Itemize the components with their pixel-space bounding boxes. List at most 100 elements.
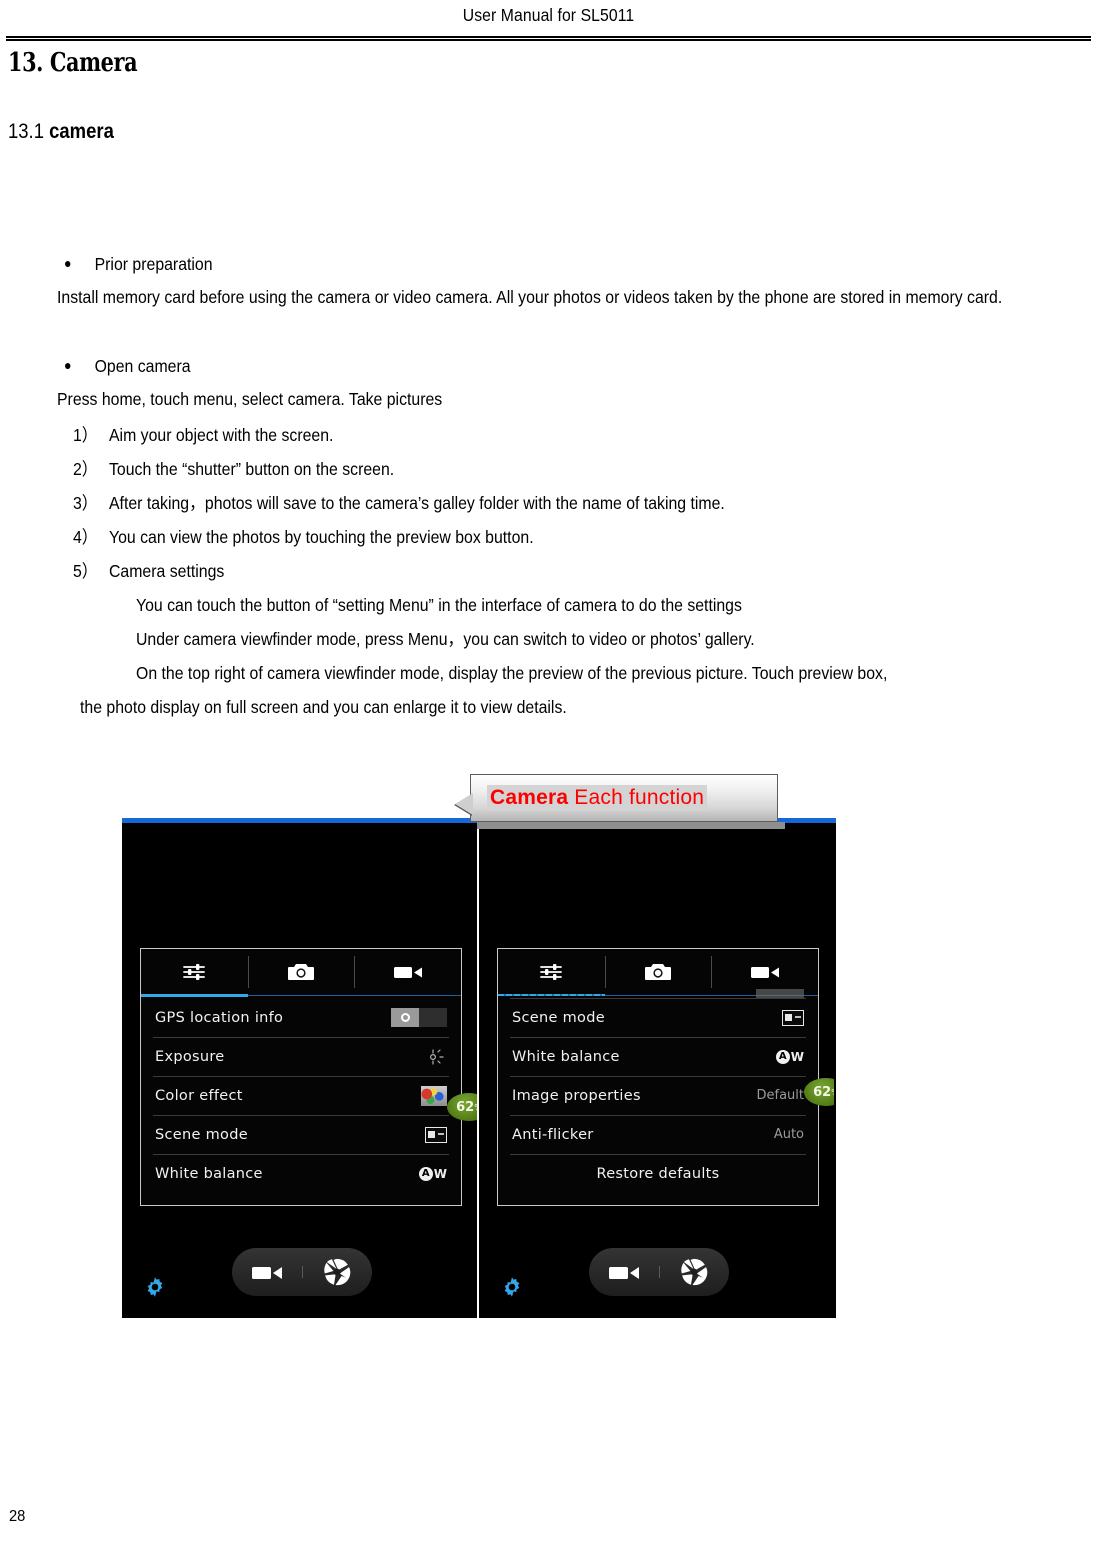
- shutter-button[interactable]: [659, 1257, 729, 1287]
- note-text: On the top right of camera viewfinder mo…: [136, 663, 888, 683]
- step-number: 2）: [73, 459, 98, 479]
- gear-icon: [147, 1277, 163, 1297]
- exposure-icon: [427, 1048, 447, 1066]
- row-label: Color effect: [155, 1087, 243, 1104]
- video-mode-button[interactable]: [232, 1262, 302, 1282]
- row-label: White balance: [155, 1165, 263, 1182]
- gps-toggle[interactable]: [391, 1008, 447, 1027]
- note-text: the photo display on full screen and you…: [80, 697, 567, 717]
- tab-settings[interactable]: [141, 949, 248, 995]
- tab-video[interactable]: [354, 949, 461, 995]
- note-text: Under camera viewfinder mode, press Menu…: [136, 629, 755, 649]
- gear-icon: [504, 1277, 520, 1297]
- page-header: User Manual for SL5011: [0, 0, 1097, 46]
- tab-camera[interactable]: [604, 949, 712, 995]
- row-label: Image properties: [512, 1087, 641, 1104]
- subsection-title: camera: [49, 120, 114, 143]
- section-number: 13.: [8, 48, 43, 78]
- page-number: 28: [9, 1508, 26, 1525]
- settings-tabs-left: [141, 949, 461, 997]
- row-label: Scene mode: [155, 1126, 248, 1143]
- tab-active-indicator: [498, 994, 605, 996]
- paragraph-text: Press home, touch menu, select camera. T…: [57, 389, 443, 409]
- callout-label: Camera Each function: [487, 785, 708, 811]
- tab-settings[interactable]: [498, 949, 605, 995]
- scene-mode-icon: [782, 1009, 804, 1026]
- step-number: 4）: [73, 527, 98, 547]
- bullet-label: Prior preparation: [94, 254, 213, 274]
- video-camera-icon: [252, 1267, 282, 1279]
- settings-row[interactable]: Color effect: [141, 1076, 461, 1115]
- settings-row[interactable]: Scene mode: [141, 1115, 461, 1154]
- settings-row[interactable]: Image properties Default: [498, 1076, 818, 1115]
- step-number: 1）: [73, 425, 98, 445]
- step-number: 3）: [73, 493, 98, 513]
- bullet-label: Open camera: [94, 356, 191, 376]
- settings-row[interactable]: White balance AW: [498, 1037, 818, 1076]
- phone-screenshot-right: Scene mode White balance AW Image proper…: [479, 823, 834, 1318]
- step-text: Touch the “shutter” button on the screen…: [109, 459, 395, 479]
- callout-shadow: [477, 822, 785, 829]
- video-camera-icon: [609, 1267, 639, 1279]
- camera-settings-panel-left: GPS location info Exposure Color effect …: [140, 948, 462, 1206]
- sliders-icon: [183, 964, 206, 980]
- paragraph-text: Install memory card before using the cam…: [57, 287, 1003, 307]
- tab-camera[interactable]: [247, 949, 355, 995]
- callout-box: Camera Each function: [470, 774, 778, 822]
- bullet-open-camera: ● Open camera: [64, 348, 191, 383]
- row-label: Restore defaults: [596, 1165, 720, 1182]
- step-text: Camera settings: [109, 561, 225, 581]
- phone-screenshot-left: GPS location info Exposure Color effect …: [122, 823, 477, 1318]
- bullet-prior-preparation: ● Prior preparation: [64, 246, 213, 281]
- settings-gear-button[interactable]: [142, 1274, 168, 1300]
- header-rule: [6, 36, 1091, 41]
- callout-bold-word: Camera: [490, 786, 569, 809]
- note-text: You can touch the button of “setting Men…: [136, 595, 742, 615]
- screenshot-figure: GPS location info Exposure Color effect …: [122, 818, 836, 1318]
- step-1: 1） Aim your object with the screen.: [73, 418, 333, 452]
- subsection-number: 13.1: [8, 120, 44, 143]
- manual-page: User Manual for SL5011 13. Camera 13.1 c…: [0, 0, 1097, 1552]
- section-title: Camera: [49, 48, 138, 78]
- step-3: 3） After taking，photos will save to the c…: [73, 486, 725, 520]
- row-label: White balance: [512, 1048, 620, 1065]
- step-number: 5）: [73, 561, 98, 581]
- subsection-heading: 13.1 camera: [8, 120, 114, 144]
- header-title: User Manual for SL5011: [462, 5, 635, 25]
- settings-note-2: Under camera viewfinder mode, press Menu…: [136, 622, 755, 656]
- settings-row[interactable]: GPS location info: [141, 998, 461, 1037]
- battery-value: 62: [813, 1084, 832, 1100]
- settings-rows-left: GPS location info Exposure Color effect …: [141, 998, 461, 1193]
- row-value: Auto: [773, 1127, 804, 1142]
- camera-settings-panel-right: Scene mode White balance AW Image proper…: [497, 948, 819, 1206]
- video-mode-button[interactable]: [589, 1262, 659, 1282]
- step-2: 2） Touch the “shutter” button on the scre…: [73, 452, 394, 486]
- paragraph-prior-preparation: Install memory card before using the cam…: [57, 280, 1088, 314]
- settings-note-1: You can touch the button of “setting Men…: [136, 588, 742, 622]
- settings-gear-button[interactable]: [499, 1274, 525, 1300]
- step-text: You can view the photos by touching the …: [109, 527, 534, 547]
- step-text: Aim your object with the screen.: [109, 425, 334, 445]
- settings-note-3: On the top right of camera viewfinder mo…: [136, 656, 887, 690]
- white-balance-icon: AW: [418, 1166, 447, 1181]
- tab-underline: [141, 994, 461, 997]
- settings-row[interactable]: White balance AW: [141, 1154, 461, 1193]
- white-balance-icon: AW: [775, 1049, 804, 1064]
- settings-rows-right: Scene mode White balance AW Image proper…: [498, 998, 818, 1193]
- step-5: 5） Camera settings: [73, 554, 224, 588]
- settings-row[interactable]: Exposure: [141, 1037, 461, 1076]
- restore-defaults-row[interactable]: Restore defaults: [498, 1154, 818, 1193]
- sliders-icon: [540, 964, 563, 980]
- camera-control-pill: [589, 1248, 729, 1296]
- settings-tabs-right: [498, 949, 818, 998]
- row-label: Exposure: [155, 1048, 225, 1065]
- shutter-button[interactable]: [302, 1257, 372, 1287]
- bullet-dot-icon: ●: [64, 357, 72, 373]
- settings-row[interactable]: Anti-flicker Auto: [498, 1115, 818, 1154]
- callout-rest: Each function: [568, 786, 705, 809]
- scene-mode-icon: [425, 1126, 447, 1143]
- settings-row[interactable]: Scene mode: [498, 998, 818, 1037]
- video-camera-icon: [750, 967, 779, 978]
- aperture-shutter-icon: [324, 1258, 351, 1286]
- toggle-knob: [391, 1008, 419, 1027]
